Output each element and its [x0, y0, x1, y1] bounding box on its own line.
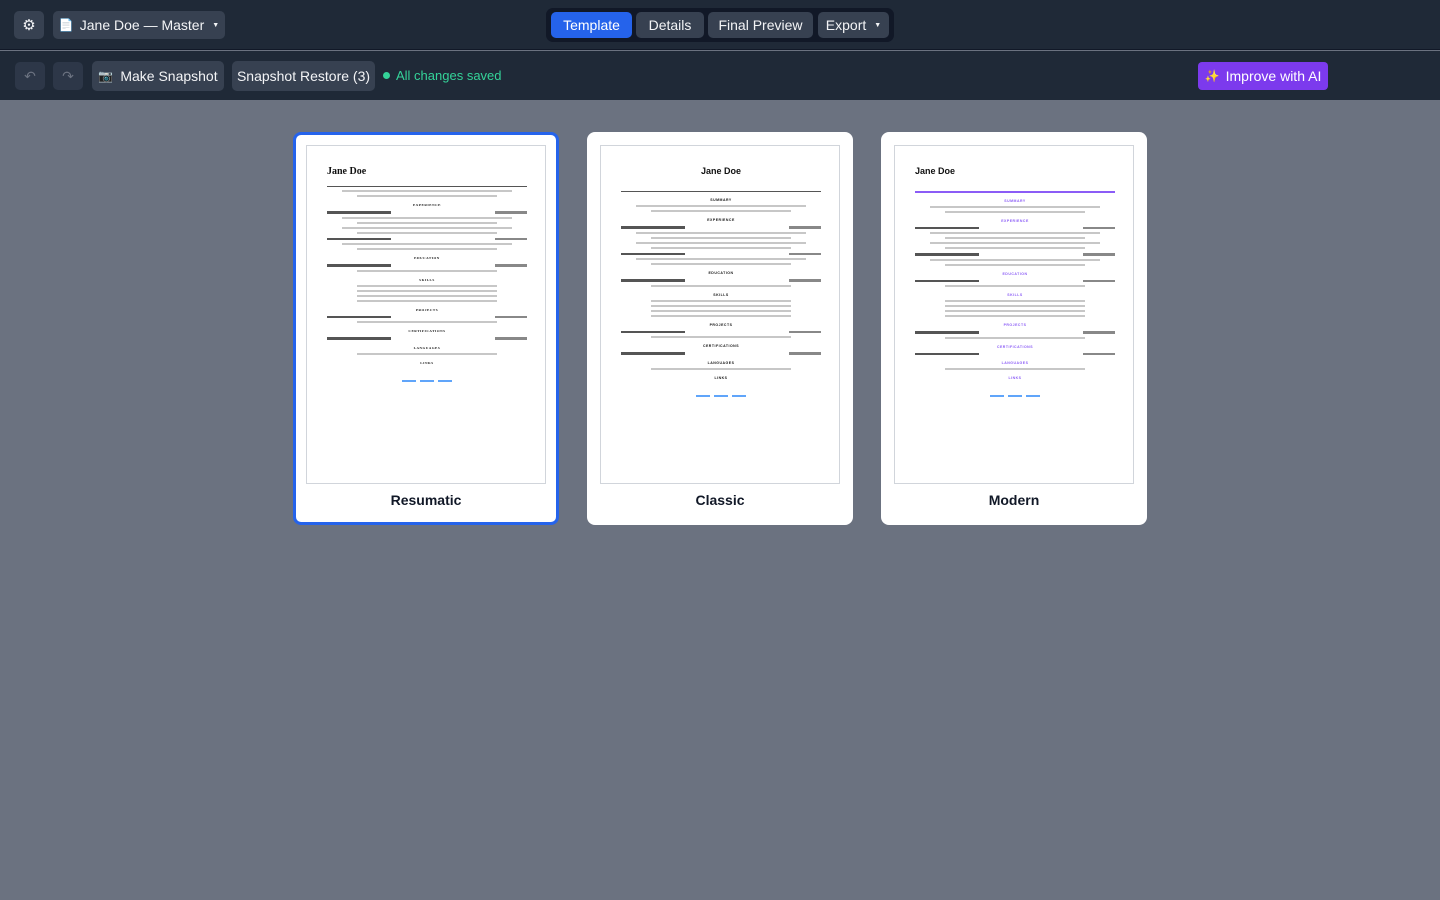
save-status-text: All changes saved: [396, 68, 502, 83]
preview-section-heading: EXPERIENCE: [413, 203, 441, 207]
preview-section-heading: EDUCATION: [1002, 271, 1028, 276]
template-name: Modern: [988, 492, 1040, 508]
preview-section-heading: CERTIFICATIONS: [408, 329, 446, 333]
preview-section-heading: EXPERIENCE: [707, 218, 735, 222]
preview-contact-line: [621, 184, 821, 188]
tab-template-label: Template: [563, 17, 620, 33]
top-toolbar: ⚙ 📄 Jane Doe — Master ▼ Template Details…: [0, 0, 1440, 50]
undo-button[interactable]: ↶: [15, 62, 45, 90]
gear-icon: ⚙: [22, 17, 36, 34]
preview-role-line: [621, 177, 821, 182]
preview-contact-line: [915, 184, 1115, 188]
improve-with-ai-label: Improve with AI: [1225, 68, 1322, 84]
redo-button[interactable]: ↷: [53, 62, 83, 90]
document-icon: 📄: [58, 18, 74, 32]
make-snapshot-label: Make Snapshot: [120, 68, 218, 84]
preview-section-heading: EDUCATION: [708, 271, 734, 275]
template-card-resumatic[interactable]: Jane Doe EXPERIENCE EDUCATION SKILLS PRO…: [293, 132, 559, 525]
template-card-classic[interactable]: Jane Doe SUMMARY EXPERIENCE EDUCATION SK…: [587, 132, 853, 525]
preview-section-heading: PROJECTS: [1003, 323, 1027, 327]
preview-section-heading: SUMMARY: [1004, 198, 1026, 203]
preview-section-heading: PROJECTS: [709, 322, 733, 327]
preview-section-heading: LINKS: [1008, 376, 1022, 380]
preview-name: Jane Doe: [700, 166, 742, 176]
export-dropdown[interactable]: Export ▼: [818, 12, 889, 38]
preview-section-heading: LANGUAGES: [413, 345, 441, 350]
sparkles-icon: ✨: [1204, 69, 1220, 83]
preview-section-heading: LINKS: [714, 375, 728, 380]
tab-details-label: Details: [648, 17, 692, 33]
export-label: Export: [825, 17, 867, 33]
preview-section-heading: EDUCATION: [414, 256, 440, 260]
document-selector[interactable]: 📄 Jane Doe — Master ▼: [53, 11, 225, 39]
template-name: Classic: [695, 492, 745, 508]
tab-details[interactable]: Details: [636, 12, 704, 38]
make-snapshot-button[interactable]: 📷 Make Snapshot: [92, 61, 224, 91]
preview-section-heading: LINKS: [420, 360, 434, 365]
template-card-modern[interactable]: Jane Doe SUMMARY EXPERIENCE EDUCATION SK…: [881, 132, 1147, 525]
preview-section-heading: SKILLS: [1007, 293, 1023, 297]
preview-role-line: [915, 177, 1115, 182]
improve-with-ai-button[interactable]: ✨ Improve with AI: [1198, 62, 1328, 90]
save-status: All changes saved: [383, 68, 502, 83]
chevron-down-icon: ▼: [874, 21, 882, 29]
preview-section-heading: CERTIFICATIONS: [996, 344, 1034, 349]
snapshot-restore-button[interactable]: Snapshot Restore (3): [232, 61, 375, 91]
redo-icon: ↷: [62, 67, 74, 84]
status-dot-icon: [383, 72, 390, 79]
preview-name: Jane Doe: [327, 166, 367, 177]
preview-section-heading: LANGUAGES: [707, 360, 735, 365]
settings-button[interactable]: ⚙: [14, 11, 44, 39]
tab-template[interactable]: Template: [551, 12, 632, 38]
preview-section-heading: SUMMARY: [710, 198, 732, 202]
camera-icon: 📷: [98, 69, 114, 83]
template-preview: Jane Doe SUMMARY EXPERIENCE EDUCATION SK…: [894, 145, 1134, 484]
preview-section-heading: PROJECTS: [415, 307, 439, 312]
preview-name: Jane Doe: [915, 166, 956, 176]
preview-section-heading: SKILLS: [419, 277, 435, 282]
template-preview: Jane Doe EXPERIENCE EDUCATION SKILLS PRO…: [306, 145, 546, 484]
tab-final-preview[interactable]: Final Preview: [708, 12, 813, 38]
chevron-down-icon: ▼: [212, 21, 220, 29]
preview-section-heading: EXPERIENCE: [1001, 218, 1029, 223]
snapshot-restore-label: Snapshot Restore (3): [236, 68, 371, 84]
preview-contact-line: [327, 179, 527, 183]
undo-icon: ↶: [24, 67, 36, 84]
template-name: Resumatic: [390, 492, 462, 508]
preview-section-heading: CERTIFICATIONS: [702, 344, 740, 348]
document-name: Jane Doe — Master: [79, 17, 205, 33]
tab-final-preview-label: Final Preview: [718, 17, 803, 33]
preview-section-heading: SKILLS: [713, 292, 729, 297]
view-tabs: Template Details Final Preview Export ▼: [546, 8, 894, 42]
template-preview: Jane Doe SUMMARY EXPERIENCE EDUCATION SK…: [600, 145, 840, 484]
preview-section-heading: LANGUAGES: [1001, 361, 1029, 365]
